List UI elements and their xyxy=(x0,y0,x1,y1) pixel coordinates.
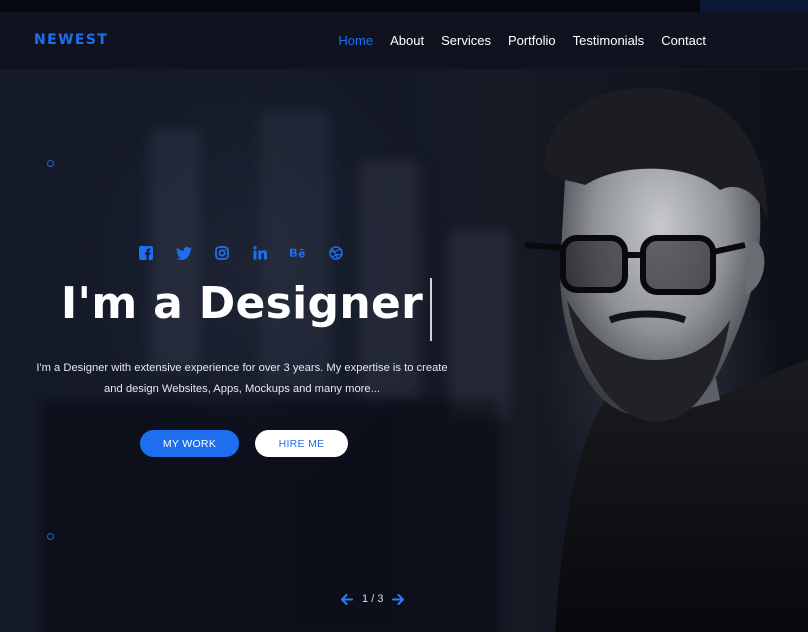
typing-cursor xyxy=(430,278,432,341)
hero-headline: I'm a Designer xyxy=(60,278,424,329)
twitter-icon[interactable] xyxy=(176,245,192,261)
nav-testimonials[interactable]: Testimonials xyxy=(573,33,645,48)
nav-home[interactable]: Home xyxy=(338,33,373,48)
slider-pager: 1 / 3 xyxy=(340,592,405,606)
hero-description-line: I'm a Designer with extensive experience… xyxy=(36,362,448,374)
nav-about[interactable]: About xyxy=(390,33,424,48)
portrait-image xyxy=(524,87,808,632)
hero-description: I'm a Designer with extensive experience… xyxy=(28,358,456,400)
arrow-right-icon[interactable] xyxy=(391,592,405,606)
behance-icon[interactable] xyxy=(290,245,306,261)
arrow-left-icon[interactable] xyxy=(340,592,354,606)
linkedin-icon[interactable] xyxy=(252,245,268,261)
slide-counter: 1 / 3 xyxy=(362,593,383,605)
hire-me-button[interactable]: HIRE ME xyxy=(255,430,348,457)
top-strip xyxy=(0,0,808,12)
facebook-icon[interactable] xyxy=(138,245,154,261)
top-strip-accent xyxy=(700,0,808,12)
slide-total: 3 xyxy=(377,593,384,605)
main-nav: Home About Services Portfolio Testimonia… xyxy=(338,33,706,48)
social-links xyxy=(138,245,344,261)
dribbble-icon[interactable] xyxy=(328,245,344,261)
nav-contact[interactable]: Contact xyxy=(661,33,706,48)
decor-dot xyxy=(47,160,54,167)
slide-separator: / xyxy=(371,593,375,605)
nav-portfolio[interactable]: Portfolio xyxy=(508,33,556,48)
my-work-button[interactable]: MY WORK xyxy=(140,430,239,457)
hero-description-line: and design Websites, Apps, Mockups and m… xyxy=(104,383,380,395)
instagram-icon[interactable] xyxy=(214,245,230,261)
decor-dot xyxy=(47,533,54,540)
nav-services[interactable]: Services xyxy=(441,33,491,48)
navbar: NEWEST Home About Services Portfolio Tes… xyxy=(0,12,808,70)
slide-current: 1 xyxy=(362,593,369,605)
logo[interactable]: NEWEST xyxy=(34,32,108,48)
hero-section: I'm a Designer I'm a Designer with exten… xyxy=(0,70,808,632)
